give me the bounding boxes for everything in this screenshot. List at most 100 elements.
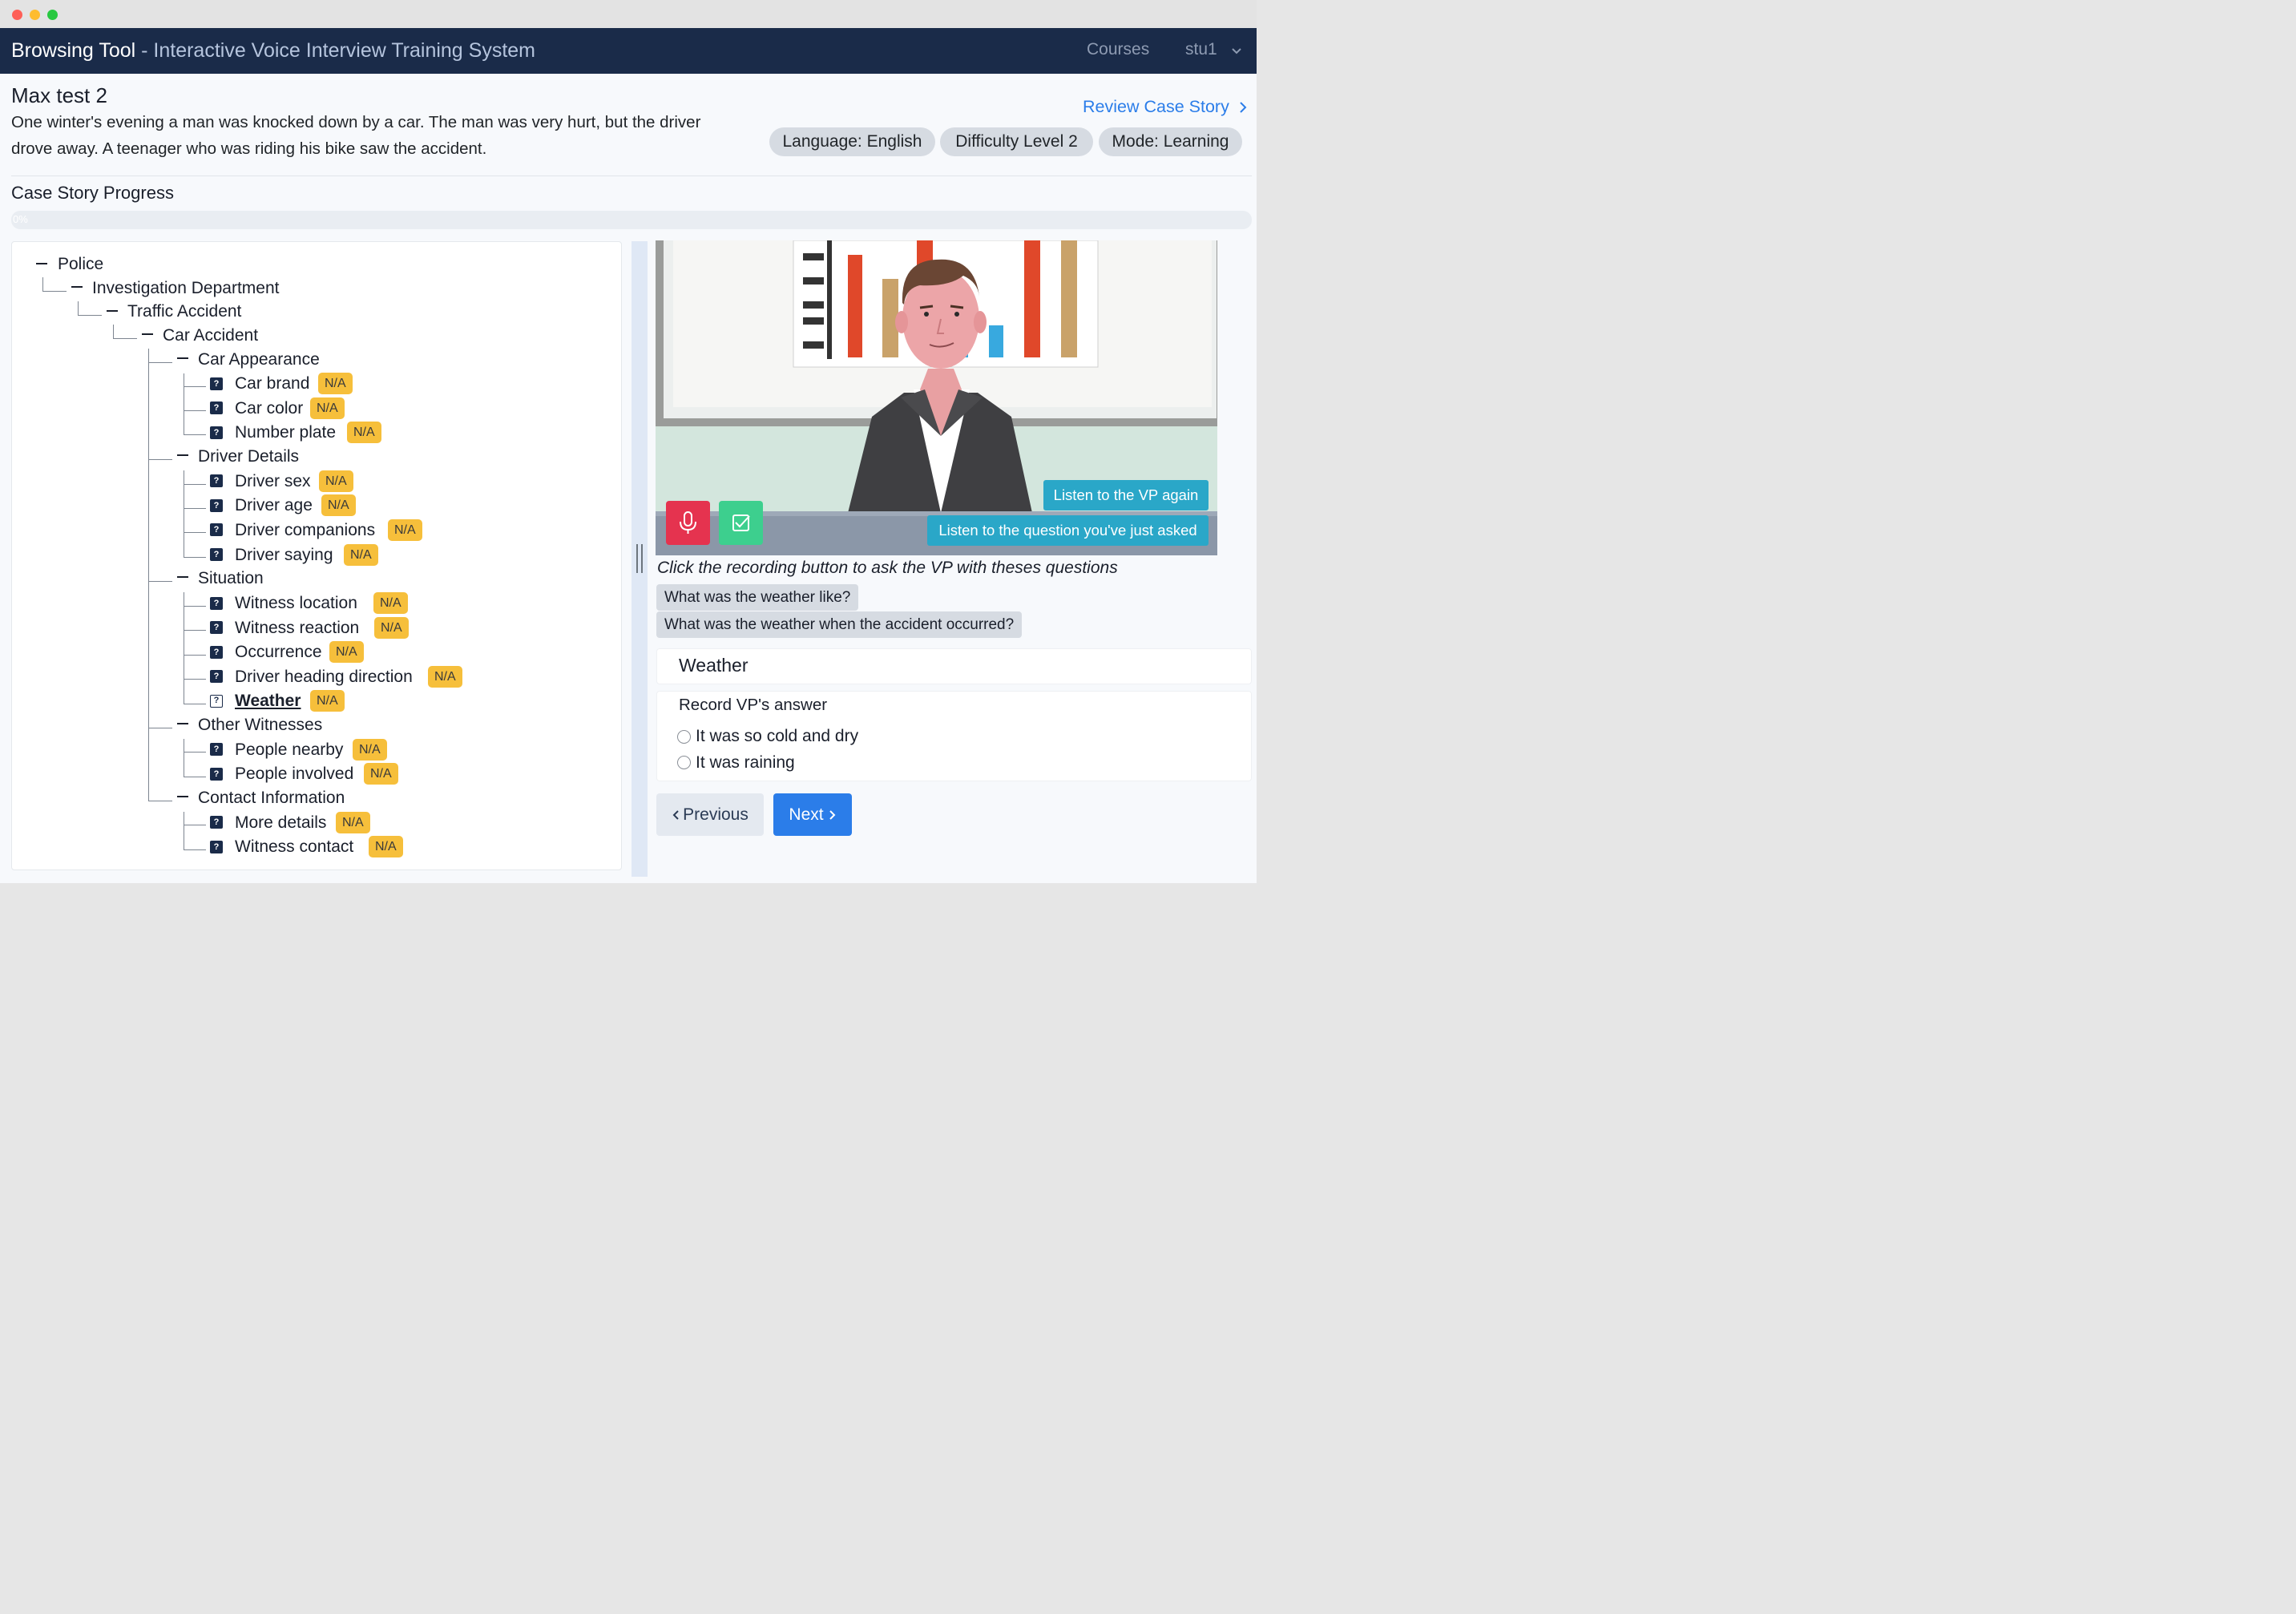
listen-question-button[interactable]: Listen to the question you've just asked	[927, 515, 1209, 546]
window-titlebar	[0, 0, 1257, 28]
maximize-window-button[interactable]	[47, 10, 58, 20]
collapse-icon[interactable]	[142, 333, 153, 335]
tree-leaf-car-color[interactable]: Car color	[235, 399, 303, 418]
tree-connector	[184, 849, 206, 850]
tree-node-traffic-accident[interactable]: Traffic Accident	[127, 302, 241, 321]
tree-connector	[184, 679, 206, 680]
top-navbar: Browsing Tool - Interactive Voice Interv…	[0, 28, 1257, 74]
tree-connector	[184, 557, 206, 558]
tree-node-police[interactable]: Police	[58, 255, 103, 274]
tree-leaf-people-nearby[interactable]: People nearby	[235, 740, 343, 760]
tree-leaf-weather[interactable]: Weather	[235, 692, 301, 711]
user-menu[interactable]: stu1	[1185, 40, 1217, 59]
status-badge: N/A	[364, 763, 398, 785]
brand[interactable]: Browsing Tool - Interactive Voice Interv…	[11, 39, 535, 63]
tree-connector	[113, 325, 114, 338]
tree-leaf-number-plate[interactable]: Number plate	[235, 423, 336, 442]
brand-name: Browsing Tool	[11, 39, 136, 62]
tree-node-driver-details[interactable]: Driver Details	[198, 447, 299, 466]
tree-leaf-witness-reaction[interactable]: Witness reaction	[235, 619, 359, 638]
tree-connector	[78, 301, 79, 315]
answer-radio[interactable]	[677, 756, 691, 769]
answer-option-label[interactable]: It was raining	[696, 753, 795, 773]
collapse-icon[interactable]	[177, 796, 188, 797]
previous-button[interactable]: Previous	[656, 793, 764, 836]
status-badge: N/A	[329, 641, 364, 663]
app-window: Browsing Tool - Interactive Voice Interv…	[0, 0, 1257, 883]
question-icon: ?	[210, 695, 223, 708]
mode-badge: Mode: Learning	[1099, 127, 1242, 156]
tree-connector	[184, 386, 206, 387]
tree-leaf-driver-companions[interactable]: Driver companions	[235, 521, 375, 540]
collapse-icon[interactable]	[36, 263, 47, 264]
tree-leaf-driver-saying[interactable]: Driver saying	[235, 546, 333, 565]
question-icon: ?	[210, 523, 223, 536]
record-button[interactable]	[666, 501, 710, 545]
tree-node-car-appearance[interactable]: Car Appearance	[198, 350, 320, 369]
close-window-button[interactable]	[12, 10, 22, 20]
tree-node-investigation-department[interactable]: Investigation Department	[92, 279, 279, 298]
tree-leaf-driver-sex[interactable]: Driver sex	[235, 472, 311, 491]
question-icon: ?	[210, 548, 223, 561]
check-square-icon	[732, 514, 750, 531]
answer-card-title: Record VP's answer	[679, 696, 828, 714]
tree-node-situation[interactable]: Situation	[198, 569, 264, 588]
question-instruction: Click the recording button to ask the VP…	[657, 559, 1118, 577]
review-case-story-link[interactable]: Review Case Story	[1083, 97, 1229, 117]
next-button[interactable]: Next	[773, 793, 852, 836]
minimize-window-button[interactable]	[30, 10, 40, 20]
question-icon: ?	[210, 377, 223, 390]
tree-leaf-witness-location[interactable]: Witness location	[235, 594, 357, 613]
case-description: One winter's evening a man was knocked d…	[11, 113, 701, 158]
progress-bar	[11, 211, 1252, 229]
tree-leaf-more-details[interactable]: More details	[235, 813, 326, 833]
tree-connector	[113, 338, 137, 339]
chevron-down-icon[interactable]	[1231, 46, 1242, 57]
tree-connector	[148, 581, 172, 582]
question-icon: ?	[210, 768, 223, 781]
answer-option-label[interactable]: It was so cold and dry	[696, 727, 858, 746]
confirm-button[interactable]	[719, 501, 763, 545]
chevron-right-icon[interactable]	[1238, 101, 1248, 114]
question-icon: ?	[210, 401, 223, 414]
tree-node-contact-information[interactable]: Contact Information	[198, 789, 345, 808]
status-badge: N/A	[347, 422, 381, 443]
collapse-icon[interactable]	[177, 723, 188, 724]
tree-connector	[184, 508, 206, 509]
status-badge: N/A	[318, 373, 353, 394]
collapse-icon[interactable]	[177, 576, 188, 578]
tree-leaf-occurrence[interactable]: Occurrence	[235, 643, 322, 662]
collapse-icon[interactable]	[177, 357, 188, 359]
tree-connector	[42, 277, 43, 291]
question-icon: ?	[210, 597, 223, 610]
question-icon: ?	[210, 499, 223, 512]
tree-node-car-accident[interactable]: Car Accident	[163, 326, 258, 345]
tree-leaf-people-involved[interactable]: People involved	[235, 765, 353, 784]
progress-title: Case Story Progress	[11, 183, 174, 203]
tree-connector	[148, 349, 149, 801]
collapse-icon[interactable]	[177, 454, 188, 456]
question-icon: ?	[210, 621, 223, 634]
question-icon: ?	[210, 743, 223, 756]
next-label: Next	[789, 805, 824, 824]
previous-label: Previous	[683, 805, 749, 824]
collapse-icon[interactable]	[107, 310, 118, 312]
question-icon: ?	[210, 841, 223, 853]
tree-leaf-driver-heading-direction[interactable]: Driver heading direction	[235, 668, 413, 687]
tree-connector	[184, 752, 206, 753]
tree-node-other-witnesses[interactable]: Other Witnesses	[198, 716, 322, 735]
tree-leaf-driver-age[interactable]: Driver age	[235, 496, 313, 515]
collapse-icon[interactable]	[71, 286, 83, 288]
status-badge: N/A	[374, 617, 409, 639]
listen-vp-again-button[interactable]: Listen to the VP again	[1043, 480, 1209, 510]
question-icon: ?	[210, 816, 223, 829]
drag-handle-icon[interactable]	[636, 544, 643, 573]
status-badge: N/A	[310, 397, 345, 419]
status-badge: N/A	[428, 666, 462, 688]
tree-leaf-witness-contact[interactable]: Witness contact	[235, 837, 353, 857]
suggested-question[interactable]: What was the weather like?	[656, 584, 859, 611]
answer-radio[interactable]	[677, 730, 691, 744]
nav-courses-link[interactable]: Courses	[1087, 40, 1149, 59]
suggested-question[interactable]: What was the weather when the accident o…	[656, 611, 1023, 638]
tree-leaf-car-brand[interactable]: Car brand	[235, 374, 309, 393]
